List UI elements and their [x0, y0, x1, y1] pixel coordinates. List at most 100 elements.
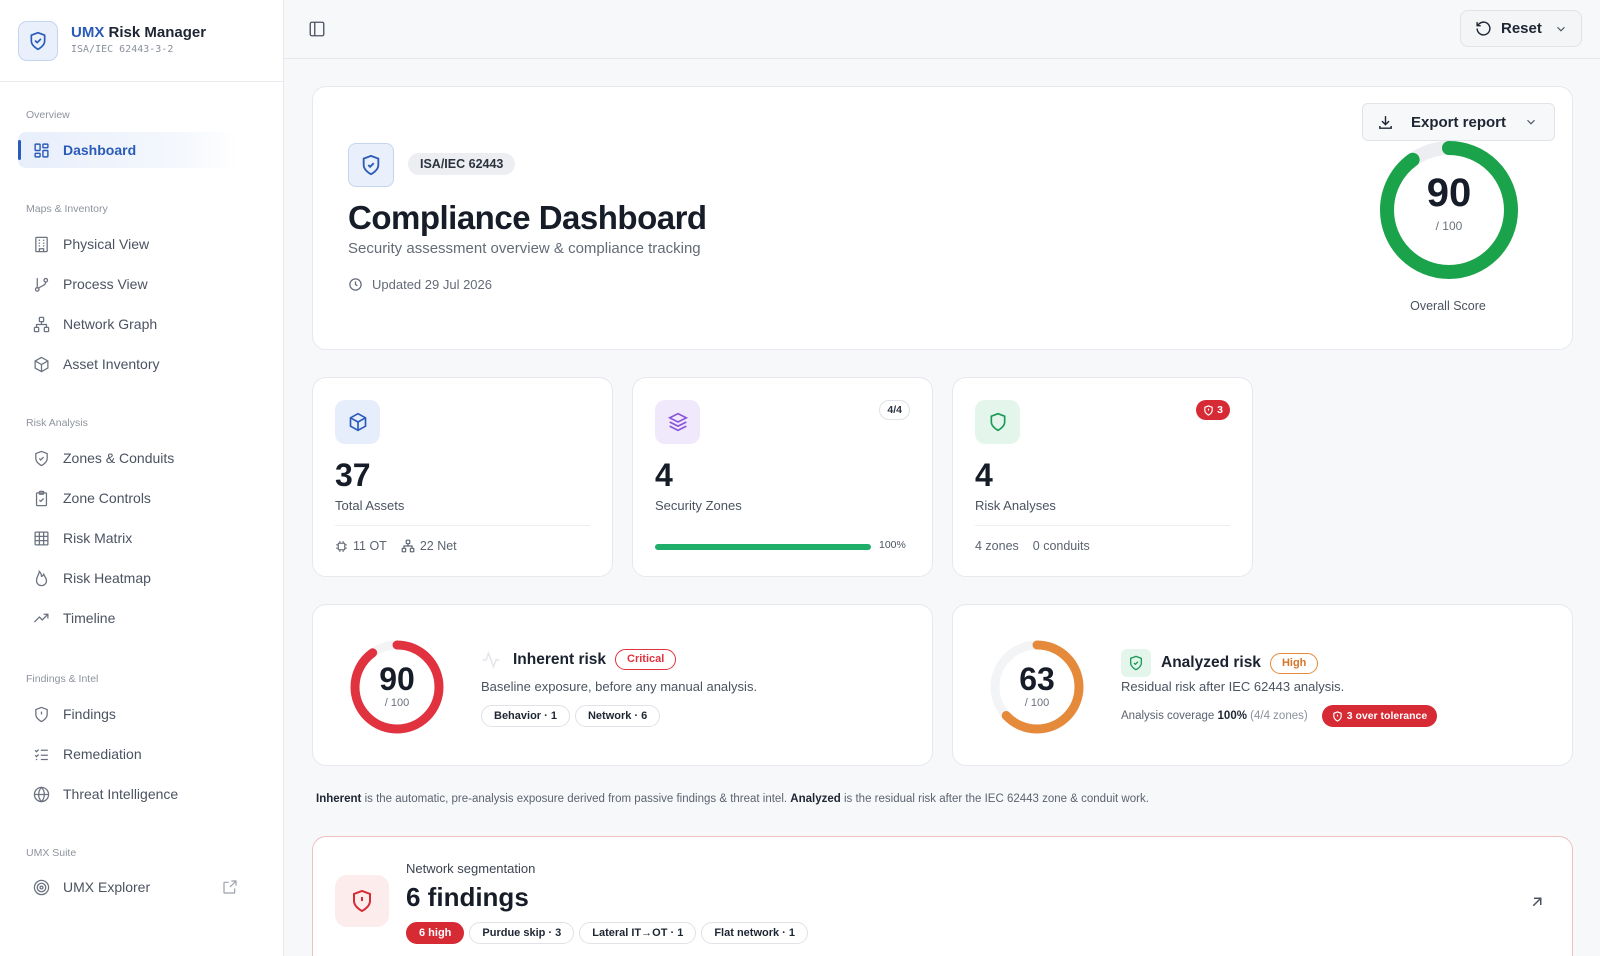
chevron-down-icon — [1524, 115, 1538, 129]
inherent-risk-header: Inherent risk Critical — [481, 649, 677, 670]
reset-button[interactable]: Reset — [1460, 10, 1582, 47]
sidebar-toggle-icon[interactable] — [308, 20, 326, 38]
sidebar-item-timeline[interactable]: Timeline — [18, 600, 240, 636]
nav-group-overview: Overview — [26, 109, 70, 121]
download-icon — [1377, 114, 1394, 131]
sidebar-item-risk-matrix[interactable]: Risk Matrix — [18, 520, 240, 556]
chip-lateral-it-ot[interactable]: Lateral IT→OT · 1 — [579, 922, 697, 944]
inherent-score-max: / 100 — [384, 697, 410, 709]
inherent-score-value: 90 — [379, 661, 415, 697]
analyses-breakdown: 4 zones 0 conduits — [975, 539, 1090, 553]
sidebar-item-label: Risk Matrix — [63, 530, 133, 546]
sidebar-item-physical-view[interactable]: Physical View — [18, 226, 240, 262]
nav-group-risk: Risk Analysis — [26, 417, 88, 429]
asset-breakdown: 11 OT 22 Net — [335, 539, 457, 553]
total-assets-card[interactable]: 37 Total Assets 11 OT 22 Net — [312, 377, 613, 577]
export-report-button[interactable]: Export report — [1362, 103, 1555, 141]
building-icon — [32, 235, 50, 253]
inherent-risk-card[interactable]: 90 / 100 Inherent risk Critical Baseline… — [312, 604, 933, 766]
risk-analyses-label: Risk Analyses — [975, 498, 1056, 513]
sidebar-item-zones-conduits[interactable]: Zones & Conduits — [18, 440, 240, 476]
sidebar-item-label: Timeline — [63, 610, 116, 626]
sidebar-item-threat-intelligence[interactable]: Threat Intelligence — [18, 776, 240, 812]
total-assets-label: Total Assets — [335, 498, 405, 513]
analyzed-risk-title: Analyzed risk — [1161, 654, 1261, 671]
activity-icon — [482, 650, 500, 669]
zones-count: 4 zones — [975, 539, 1019, 553]
chevron-down-icon — [1554, 22, 1568, 36]
app-subtitle: ISA/IEC 62443-3-2 — [71, 44, 174, 55]
sidebar-item-label: Physical View — [63, 236, 150, 252]
sidebar-item-label: Risk Heatmap — [63, 570, 151, 586]
inherent-risk-description: Baseline exposure, before any manual ana… — [481, 679, 758, 694]
standard-tag: ISA/IEC 62443 — [408, 153, 516, 175]
shield-alert-icon — [335, 875, 389, 927]
clock-icon — [349, 278, 362, 291]
shield-icon — [32, 449, 50, 467]
risk-analyses-card[interactable]: 3 4 Risk Analyses 4 zones 0 conduits — [952, 377, 1253, 577]
shield-alert-icon — [1332, 710, 1342, 722]
severity-badge-critical: Critical — [615, 649, 677, 670]
chip-purdue-skip[interactable]: Purdue skip · 3 — [469, 922, 575, 944]
sidebar-item-process-view[interactable]: Process View — [18, 266, 240, 302]
globe-icon — [32, 785, 50, 803]
ot-count: 11 OT — [353, 539, 387, 553]
sidebar-item-label: Network Graph — [63, 316, 158, 332]
analyzed-risk-card[interactable]: 63 / 100 Analyzed risk High Residual ris… — [952, 604, 1573, 766]
shield-logo-icon — [18, 21, 58, 61]
zones-ratio-badge: 4/4 — [879, 400, 910, 420]
zones-progress-label: 100% — [879, 539, 906, 551]
reset-icon — [1475, 20, 1492, 37]
nav-group-findings: Findings & Intel — [26, 673, 99, 685]
network-segmentation-findings-card[interactable]: Network segmentation 6 findings 6 high P… — [312, 836, 1573, 956]
compliance-hero-card: ISA/IEC 62443 Compliance Dashboard Secur… — [312, 86, 1573, 350]
sidebar-item-dashboard[interactable]: Dashboard — [18, 132, 240, 168]
network-icon — [401, 539, 415, 553]
layers-icon — [655, 400, 700, 444]
sidebar-item-label: Asset Inventory — [63, 356, 160, 372]
sidebar-item-asset-inventory[interactable]: Asset Inventory — [18, 346, 240, 382]
finding-category: Network segmentation — [406, 861, 536, 876]
coverage-label: Analysis coverage — [1121, 710, 1215, 722]
sidebar-item-network-graph[interactable]: Network Graph — [18, 306, 240, 342]
chip-behavior[interactable]: Behavior · 1 — [481, 705, 570, 727]
sidebar-item-umx-explorer[interactable]: UMX Explorer — [18, 869, 240, 905]
analysis-coverage: Analysis coverage 100% (4/4 zones) 3 ove… — [1121, 705, 1438, 727]
nav-group-suite: UMX Suite — [26, 847, 77, 859]
inherent-risk-title: Inherent risk — [513, 650, 607, 668]
finding-chips: 6 high Purdue skip · 3 Lateral IT→OT · 1… — [406, 922, 813, 944]
page-title: Compliance Dashboard — [348, 199, 707, 236]
finding-count: 6 findings — [406, 882, 529, 912]
sidebar-item-findings[interactable]: Findings — [18, 696, 240, 732]
flame-icon — [32, 569, 50, 587]
top-bar: Reset — [284, 0, 1600, 59]
git-branch-icon — [32, 275, 50, 293]
security-zones-value: 4 — [655, 457, 673, 493]
analyzed-risk-header: Analyzed risk High — [1121, 649, 1319, 677]
security-zones-card[interactable]: 4/4 4 Security Zones 100% — [632, 377, 933, 577]
shield-check-icon — [348, 143, 394, 187]
box-icon — [32, 355, 50, 373]
trend-icon — [32, 609, 50, 627]
chip-flat-network[interactable]: Flat network · 1 — [701, 922, 809, 944]
open-arrow-icon[interactable] — [1528, 893, 1546, 911]
dashboard-icon — [32, 141, 50, 159]
analyzed-score-max: / 100 — [1024, 697, 1050, 709]
page-subtitle: Security assessment overview & complianc… — [348, 240, 701, 257]
sidebar-item-zone-controls[interactable]: Zone Controls — [18, 480, 240, 516]
risk-alert-badge: 3 — [1196, 400, 1230, 420]
chip-network[interactable]: Network · 6 — [574, 705, 661, 727]
sidebar-item-label: Threat Intelligence — [63, 786, 179, 802]
total-assets-value: 37 — [335, 457, 371, 493]
sidebar-item-label: UMX Explorer — [63, 879, 151, 895]
sidebar-item-risk-heatmap[interactable]: Risk Heatmap — [18, 560, 240, 596]
risk-analyses-value: 4 — [975, 457, 993, 493]
divider — [975, 525, 1230, 526]
sidebar-item-label: Process View — [63, 276, 148, 292]
sidebar-item-remediation[interactable]: Remediation — [18, 736, 240, 772]
grid-icon — [32, 529, 50, 547]
clipboard-check-icon — [32, 489, 50, 507]
over-tolerance-badge[interactable]: 3 over tolerance — [1321, 705, 1438, 727]
coverage-detail: (4/4 zones) — [1250, 710, 1308, 722]
sidebar: UMX Risk Manager ISA/IEC 62443-3-2 Overv… — [0, 0, 284, 956]
